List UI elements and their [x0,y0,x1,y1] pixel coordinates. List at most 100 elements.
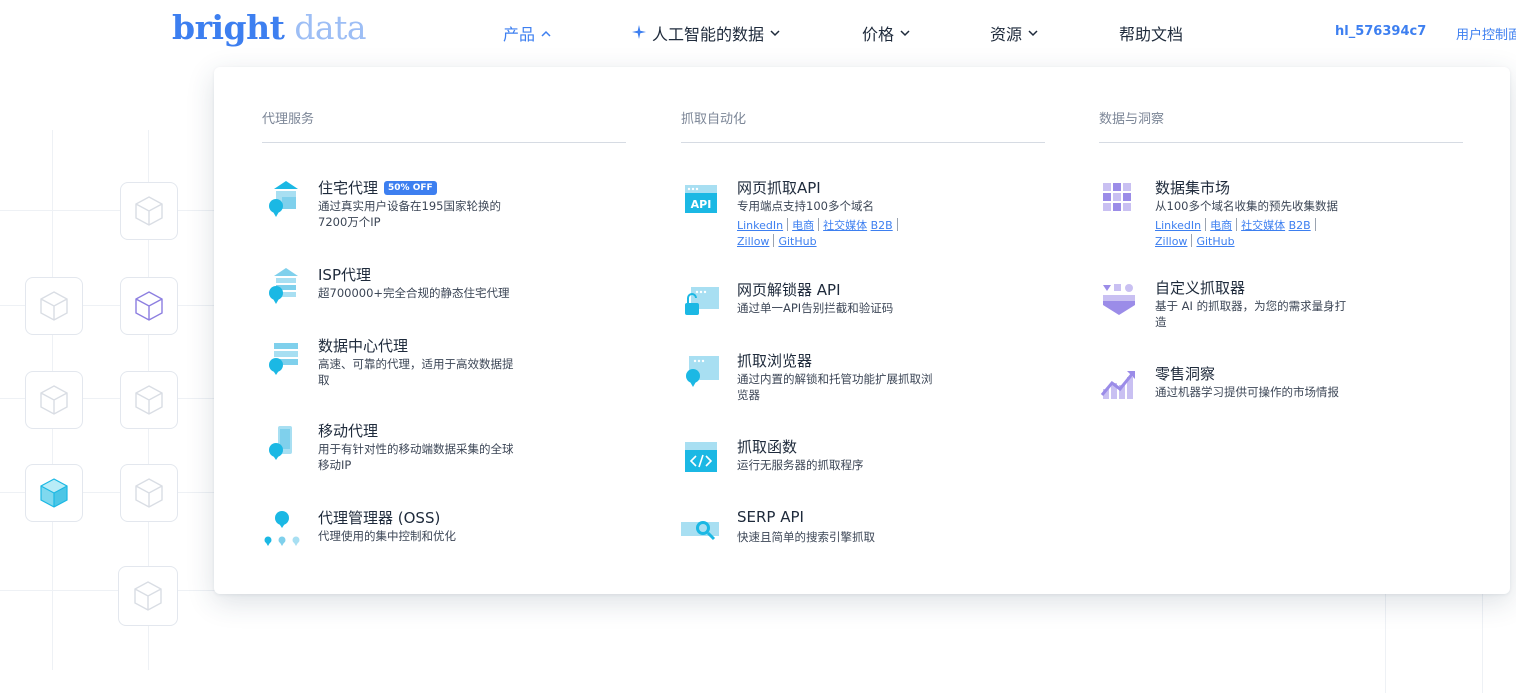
item-title: 数据集市场 [1155,179,1231,197]
item-title: 自定义抓取器 [1155,279,1246,297]
cube-tile-cyan-icon [25,464,83,522]
link-social-media[interactable]: 社交媒体 [1241,219,1285,232]
item-description: 从100多个域名收集的预先收集数据 [1155,199,1338,213]
link-ecommerce[interactable]: 电商 [792,219,814,232]
search-icon [681,510,721,550]
link-zillow[interactable]: Zillow [1155,235,1187,248]
cube-tile-icon [25,371,83,429]
item-title: 数据中心代理 [318,337,409,355]
column-heading: 抓取自动化 [681,112,747,127]
menu-item-web-scraper-api[interactable]: API 网页抓取API 专用端点支持100多个域名 LinkedIn 电商 社交媒体… [681,177,1045,251]
browser-icon [681,352,721,392]
item-title: 抓取浏览器 [737,352,813,370]
chevron-down-icon [900,27,910,40]
user-account-link[interactable]: hl_576394c7 [1335,24,1426,39]
link-ecommerce[interactable]: 电商 [1210,219,1232,232]
nav-resources-label: 资源 [990,25,1023,44]
item-title: ISP代理 [318,266,371,284]
item-description: 用于有针对性的移动端数据采集的全球移动IP [318,442,514,472]
isp-proxy-icon [262,266,302,306]
mobile-proxy-icon [262,422,302,462]
link-linkedin[interactable]: LinkedIn [1155,219,1201,232]
item-title: 零售洞察 [1155,365,1216,383]
chevron-down-icon [1028,27,1038,40]
menu-item-web-unlocker-api[interactable]: 网页解锁器 API 通过单一API告别拦截和验证码 [681,279,1045,323]
item-title: SERP API [737,508,804,526]
item-description: 通过单一API告别拦截和验证码 [737,301,894,315]
nav-docs[interactable]: 帮助文档 [1119,21,1183,45]
code-icon [681,438,721,478]
menu-item-residential-proxy[interactable]: 住宅代理 50% OFF 通过真实用户设备在195国家轮换的7200万个IP [262,177,626,237]
chevron-up-icon [541,27,551,40]
item-title: 网页解锁器 API [737,281,841,299]
link-social-media[interactable]: 社交媒体 [823,219,867,232]
column-heading: 代理服务 [262,112,315,127]
nav-ai-data[interactable]: 人工智能的数据 [632,21,780,45]
divider [681,142,1045,143]
sparkle-icon [632,24,646,43]
nav-pricing[interactable]: 价格 [862,21,910,45]
unlocker-icon [681,281,721,321]
item-description: 运行无服务器的抓取程序 [737,458,864,472]
chevron-down-icon [770,27,780,40]
divider [262,142,626,143]
menu-item-proxy-manager[interactable]: 代理管理器 (OSS) 代理使用的集中控制和优化 [262,507,626,551]
cube-tile-icon [25,277,83,335]
menu-item-dataset-marketplace[interactable]: 数据集市场 从100多个域名收集的预先收集数据 LinkedIn 电商 社交媒体 B… [1099,177,1463,251]
column-heading: 数据与洞察 [1099,112,1165,127]
item-description: 专用端点支持100多个域名 [737,199,874,213]
datacenter-proxy-icon [262,337,302,377]
link-linkedin[interactable]: LinkedIn [737,219,783,232]
item-title: 代理管理器 (OSS) [318,509,441,527]
item-description: 高速、可靠的代理，适用于高效数据提取 [318,357,514,387]
cube-tile-purple-icon [120,277,178,335]
menu-item-scraper-functions[interactable]: 抓取函数 运行无服务器的抓取程序 [681,436,1045,480]
item-description: 快速且简单的搜索引擎抓取 [737,530,875,544]
custom-scraper-icon [1099,279,1139,319]
residential-proxy-icon [262,179,302,219]
svg-text:API: API [691,198,712,211]
nav-resources[interactable]: 资源 [990,21,1038,45]
nav-docs-label: 帮助文档 [1119,25,1184,44]
discount-badge: 50% OFF [384,180,437,195]
menu-item-scraping-browser[interactable]: 抓取浏览器 通过内置的解锁和托管功能扩展抓取浏览器 [681,350,1045,404]
item-description: 通过机器学习提供可操作的市场情报 [1155,385,1339,399]
link-b2b[interactable]: B2B [871,219,893,232]
top-navigation: bright data 产品 人工智能的数据 价格 资源 帮助文档 hl_576… [0,0,1516,64]
link-github[interactable]: GitHub [778,235,816,248]
item-description: 通过内置的解锁和托管功能扩展抓取浏览器 [737,372,933,402]
quick-links: LinkedIn 电商 社交媒体 B2B Zillow GitHub [737,218,937,250]
item-title: 住宅代理 [318,179,379,197]
divider [1099,142,1463,143]
item-description: 代理使用的集中控制和优化 [318,529,456,543]
api-icon: API [681,179,721,219]
nav-pricing-label: 价格 [862,25,895,44]
item-description: 超700000+完全合规的静态住宅代理 [318,286,510,300]
item-title: 移动代理 [318,422,379,440]
trend-chart-icon [1099,365,1139,405]
nav-ai-data-label: 人工智能的数据 [652,25,765,44]
menu-item-retail-insights[interactable]: 零售洞察 通过机器学习提供可操作的市场情报 [1099,363,1463,407]
quick-links: LinkedIn 电商 社交媒体 B2B Zillow GitHub [1155,218,1355,250]
menu-item-custom-scraper[interactable]: 自定义抓取器 基于 AI 的抓取器，为您的需求量身打造 [1099,277,1463,331]
cube-tile-icon [120,371,178,429]
cube-tile-icon [118,566,178,626]
item-title: 抓取函数 [737,438,798,456]
cube-tile-icon [120,182,178,240]
nav-products[interactable]: 产品 [503,21,551,45]
menu-item-isp-proxy[interactable]: ISP代理 超700000+完全合规的静态住宅代理 [262,264,626,308]
cube-tile-icon [120,464,178,522]
link-b2b[interactable]: B2B [1289,219,1311,232]
link-zillow[interactable]: Zillow [737,235,769,248]
item-description: 通过真实用户设备在195国家轮换的7200万个IP [318,199,501,229]
menu-item-datacenter-proxy[interactable]: 数据中心代理 高速、可靠的代理，适用于高效数据提取 [262,335,626,389]
user-console-link[interactable]: 用户控制面 [1456,24,1516,43]
link-github[interactable]: GitHub [1196,235,1234,248]
menu-item-serp-api[interactable]: SERP API 快速且简单的搜索引擎抓取 [681,508,1045,552]
menu-item-mobile-proxy[interactable]: 移动代理 用于有针对性的移动端数据采集的全球移动IP [262,420,626,474]
item-title: 网页抓取API [737,179,821,197]
item-description: 基于 AI 的抓取器，为您的需求量身打造 [1155,299,1347,329]
bright-data-logo[interactable]: bright data [172,8,367,47]
proxy-manager-icon [262,509,302,549]
nav-products-label: 产品 [503,25,536,44]
